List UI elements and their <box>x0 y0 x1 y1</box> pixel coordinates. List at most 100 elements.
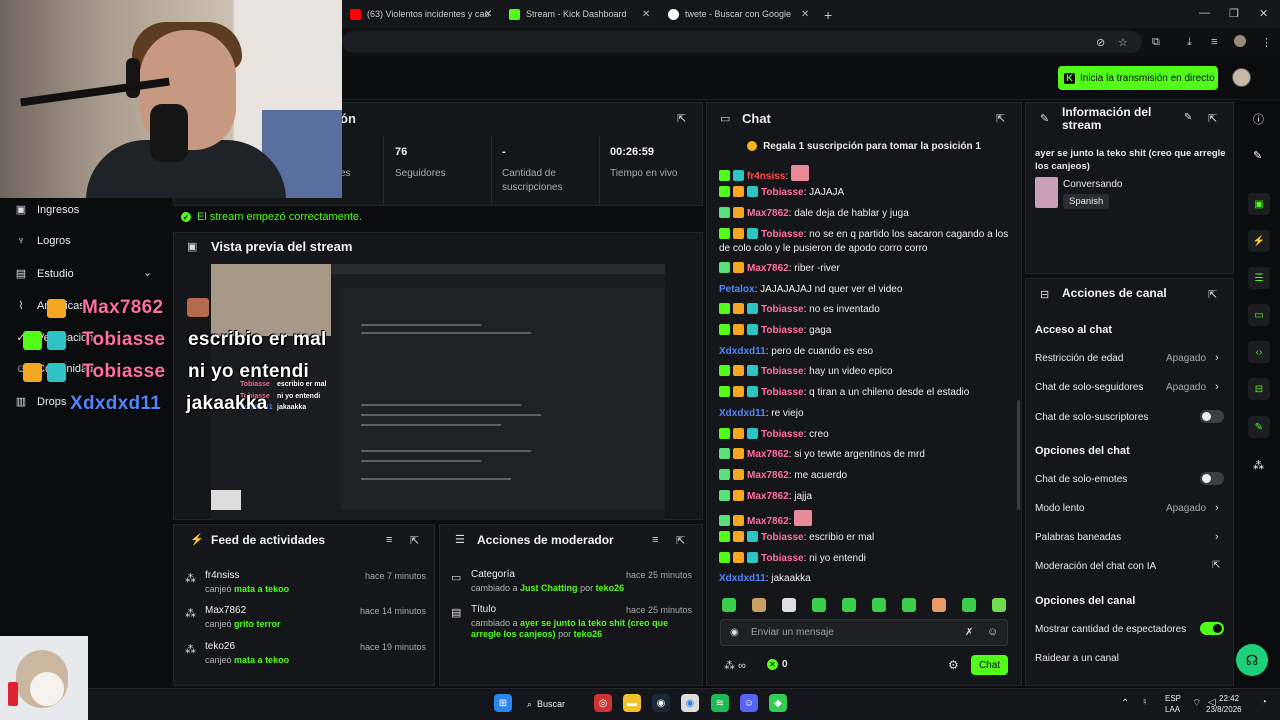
rail-preview-icon[interactable]: ▣ <box>1248 193 1270 215</box>
emote-only-toggle[interactable] <box>1200 472 1224 485</box>
expand-icon[interactable]: ⇱ <box>410 534 419 547</box>
emote-icon[interactable] <box>902 598 916 612</box>
sidebar-item-estudio[interactable]: ▤ Estudio <box>14 267 74 281</box>
expand-icon[interactable]: ⇱ <box>1208 112 1217 125</box>
emote-icon[interactable] <box>932 598 946 612</box>
chat-username[interactable]: Max7862 <box>747 263 789 274</box>
translate-icon[interactable]: ✗ <box>965 627 973 638</box>
chat-username[interactable]: Tobiasse <box>761 187 804 198</box>
expand-icon[interactable]: ⇱ <box>1208 288 1217 301</box>
filter-icon[interactable]: ≡ <box>652 534 658 546</box>
bookmark-star-icon[interactable]: ☆ <box>1118 36 1128 49</box>
rail-actions-icon[interactable]: ⊟ <box>1248 378 1270 400</box>
chat-username[interactable]: Max7862 <box>747 449 789 460</box>
profile-icon[interactable] <box>1234 35 1246 47</box>
chevron-up-icon[interactable]: ⌃ <box>1121 698 1129 709</box>
close-tab-icon[interactable]: ✕ <box>801 9 809 20</box>
sidebar-item-drops[interactable]: ▥ Drops <box>14 395 67 409</box>
media-icon[interactable]: ≡ <box>1211 36 1217 48</box>
chat-username[interactable]: Tobiasse <box>761 304 804 315</box>
window-close-icon[interactable]: ✕ <box>1259 7 1268 20</box>
discord-icon[interactable]: ☺ <box>740 694 758 712</box>
browser-tab-youtube[interactable]: (63) Violentos incidentes y cao ✕ <box>350 0 495 28</box>
chevron-down-icon[interactable]: ⌄ <box>143 266 152 279</box>
chat-username[interactable]: Max7862 <box>747 491 789 502</box>
omnibox[interactable] <box>342 31 1142 53</box>
edit-pencil-icon[interactable]: ✎ <box>1184 112 1192 123</box>
chat-username[interactable]: Tobiasse <box>761 553 804 564</box>
emote-icon[interactable] <box>872 598 886 612</box>
expand-icon[interactable]: ⇱ <box>677 112 686 125</box>
browser-tab-kick[interactable]: Stream - Kick Dashboard ✕ <box>509 0 654 28</box>
emote-icon[interactable] <box>752 598 766 612</box>
steam-icon[interactable]: ◉ <box>652 694 670 712</box>
language-indicator[interactable]: ESP <box>1165 694 1181 703</box>
chat-username[interactable]: Tobiasse <box>761 429 804 440</box>
app-icon[interactable]: ◎ <box>594 694 612 712</box>
taskbar-search[interactable]: ⌕ Buscar <box>527 694 577 714</box>
expand-icon[interactable]: ⇱ <box>676 534 685 547</box>
chat-username[interactable]: Max7862 <box>747 470 789 481</box>
viewer-count-toggle[interactable] <box>1200 622 1224 635</box>
support-headset-icon[interactable]: ☊ <box>1236 644 1268 676</box>
app-icon[interactable]: ◆ <box>769 694 787 712</box>
community-icon[interactable]: ⁂ <box>1253 459 1264 472</box>
edit-icon[interactable]: ✎ <box>1253 149 1262 162</box>
clock-time[interactable]: 22:42 <box>1219 694 1239 703</box>
chat-username[interactable]: Tobiasse <box>761 366 804 377</box>
rail-list-icon[interactable]: ☰ <box>1248 267 1270 289</box>
emote-icon[interactable] <box>782 598 796 612</box>
browser-tab-google[interactable]: twete - Buscar con Google ✕ <box>668 0 813 28</box>
chat-scrollbar[interactable] <box>1017 400 1020 510</box>
chat-username[interactable]: Xdxdxd11 <box>719 573 766 584</box>
emoji-icon[interactable]: ☺ <box>987 626 998 638</box>
tracking-off-icon[interactable]: ⊘ <box>1096 36 1105 49</box>
emote-icon[interactable] <box>962 598 976 612</box>
community-points-icon[interactable]: ⁂ ∞ <box>724 659 746 672</box>
chat-username[interactable]: Tobiasse <box>761 325 804 336</box>
chat-username[interactable]: Max7862 <box>747 208 789 219</box>
extensions-icon[interactable]: ⧉ <box>1152 36 1160 49</box>
info-icon[interactable]: ⓘ <box>1253 111 1264 127</box>
rail-chat-icon[interactable]: ▭ <box>1248 304 1270 326</box>
expand-icon[interactable]: ⇱ <box>996 112 1005 125</box>
notification-bell-icon[interactable]: ◔ <box>1261 697 1267 708</box>
chat-input[interactable]: ◉ Enviar un mensaje ✗ ☺ <box>720 619 1008 646</box>
download-icon[interactable]: ⤓ <box>1187 36 1192 49</box>
filter-icon[interactable]: ≡ <box>386 534 392 546</box>
user-avatar[interactable] <box>1232 68 1251 87</box>
microphone-icon[interactable]: ♮ <box>1143 697 1147 708</box>
chat-username[interactable]: Tobiasse <box>761 229 804 240</box>
subscribers-only-toggle[interactable] <box>1200 410 1224 423</box>
new-tab-button[interactable]: + <box>824 7 832 23</box>
file-explorer-icon[interactable]: ▬ <box>623 694 641 712</box>
chat-username[interactable]: fr4nsiss <box>747 171 785 182</box>
close-tab-icon[interactable]: ✕ <box>484 9 492 20</box>
chrome-icon[interactable]: ◉ <box>681 694 699 712</box>
rail-wrench-icon[interactable]: ✎ <box>1248 416 1270 438</box>
sidebar-item-ingresos[interactable]: ▣ Ingresos <box>14 203 79 217</box>
rail-bolt-icon[interactable]: ⚡ <box>1248 230 1270 252</box>
pinned-gift-banner[interactable]: Regala 1 suscripción para tomar la posic… <box>712 136 1016 156</box>
chat-username[interactable]: Xdxdxd11 <box>719 346 766 357</box>
maximize-icon[interactable]: ❐ <box>1229 7 1239 20</box>
chat-username[interactable]: Max7862 <box>747 516 789 527</box>
spotify-icon[interactable]: ≋ <box>711 694 729 712</box>
wifi-icon[interactable]: ⌔ <box>1192 697 1201 710</box>
minimize-icon[interactable]: — <box>1199 7 1210 19</box>
chat-username[interactable]: Petalox <box>719 284 755 295</box>
chat-username[interactable]: Tobiasse <box>761 532 804 543</box>
send-chat-button[interactable]: Chat <box>971 655 1008 675</box>
menu-icon[interactable]: ⋮ <box>1261 36 1272 49</box>
emote-icon[interactable] <box>812 598 826 612</box>
close-tab-icon[interactable]: ✕ <box>642 9 650 20</box>
rail-embed-icon[interactable]: ‹› <box>1248 341 1270 363</box>
go-live-button[interactable]: K Inicia la transmisión en directo <box>1058 66 1218 90</box>
settings-gear-icon[interactable]: ⚙ <box>948 658 959 672</box>
emote-icon[interactable] <box>992 598 1006 612</box>
chat-username[interactable]: Xdxdxd11 <box>719 408 766 419</box>
windows-start-icon[interactable]: ⊞ <box>494 694 512 712</box>
chat-username[interactable]: Tobiasse <box>761 387 804 398</box>
emote-icon[interactable] <box>722 598 736 612</box>
emote-icon[interactable] <box>842 598 856 612</box>
